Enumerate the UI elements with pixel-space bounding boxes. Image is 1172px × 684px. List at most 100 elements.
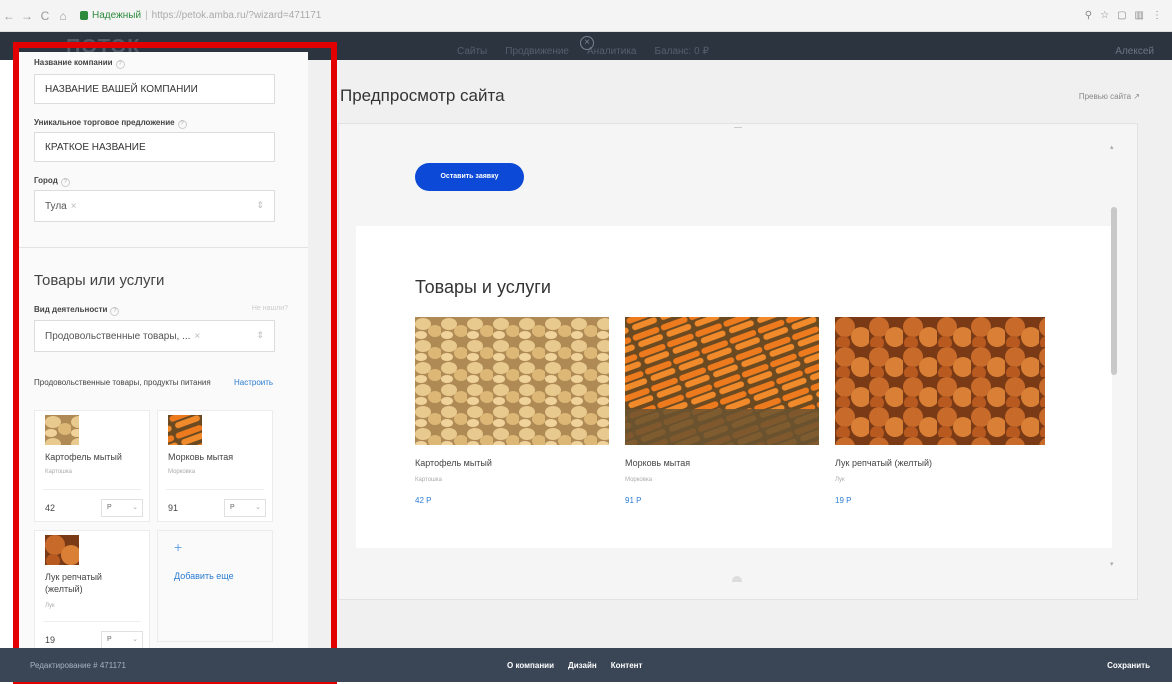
product-name: Лук репчатый (желтый)	[835, 458, 933, 468]
potato-thumbnail	[45, 415, 79, 445]
plus-icon: +	[174, 539, 183, 555]
product-price: 42 Р	[415, 496, 432, 505]
save-button[interactable]: Сохранить	[1107, 661, 1150, 670]
preview-link-label: Превью сайта	[1078, 92, 1132, 101]
configure-link[interactable]: Настроить	[234, 378, 273, 387]
lock-icon	[80, 11, 88, 20]
product-category: Морковка	[168, 469, 196, 475]
price-input[interactable]: 19	[45, 635, 55, 645]
url-text: https://petok.amba.ru/?wizard=471171	[151, 10, 322, 21]
chevron-down-icon: ⌄	[132, 636, 138, 643]
chevron-down-icon: ⌄	[255, 504, 261, 511]
leave-request-button[interactable]: Оставить заявку	[415, 163, 524, 191]
card-divider	[43, 621, 141, 622]
product-price: 91 Р	[625, 496, 642, 505]
card-divider	[166, 489, 264, 490]
bottom-tabs: О компании Дизайн Контент	[507, 661, 642, 670]
card-divider	[43, 489, 141, 490]
help-icon[interactable]: ?	[177, 120, 187, 129]
close-wizard-icon[interactable]: ×	[580, 36, 594, 50]
product-price: 19 Р	[835, 496, 852, 505]
not-found-link[interactable]: Не нашли?	[252, 305, 288, 312]
product-category: Картошка	[45, 469, 72, 475]
nav-item-promotion[interactable]: Продвижение	[505, 46, 569, 57]
zoom-icon[interactable]: ⚲	[1085, 10, 1092, 21]
back-icon[interactable]: ←	[0, 9, 18, 23]
city-label: Город?	[34, 176, 70, 187]
product-card[interactable]: Лук репчатый (желтый) Лук 19 Р ⌄	[34, 530, 150, 648]
help-icon[interactable]: ?	[110, 307, 120, 316]
product-name: Лук репчатый (желтый)	[45, 572, 102, 594]
currency-value: Р	[230, 504, 235, 511]
carrot-image	[625, 317, 819, 445]
star-icon[interactable]: ☆	[1100, 10, 1109, 21]
chevron-updown-icon: ⇕	[256, 200, 264, 210]
product-name: Морковь мытая	[168, 452, 234, 462]
add-product-card[interactable]: + Добавить еще	[157, 530, 273, 642]
scroll-up-icon[interactable]: ▴	[1110, 143, 1114, 151]
tab-content[interactable]: Контент	[611, 661, 643, 670]
city-select[interactable]: Тула × ⇕	[34, 190, 275, 222]
company-name-label: Название компании?	[34, 58, 125, 69]
external-link-icon: ↗	[1133, 92, 1140, 101]
chevron-down-icon: ⌄	[132, 504, 138, 511]
price-input[interactable]: 91	[168, 503, 178, 513]
activity-value: Продовольственные товары, ...	[45, 331, 191, 342]
help-icon[interactable]: ?	[60, 178, 70, 187]
preview-title: Предпросмотр сайта	[340, 86, 505, 105]
nav-item-analytics[interactable]: Аналитика	[587, 46, 637, 57]
products-title: Товары и услуги	[415, 277, 551, 297]
clear-icon[interactable]: ×	[194, 331, 200, 342]
add-more-link[interactable]: Добавить еще	[174, 571, 234, 581]
activity-label: Вид деятельности?	[34, 305, 120, 316]
company-name-input[interactable]: НАЗВАНИЕ ВАШЕЙ КОМПАНИИ	[34, 74, 275, 104]
activity-select[interactable]: Продовольственные товары, ... × ⇕	[34, 320, 275, 352]
onion-image	[835, 317, 1045, 445]
user-name[interactable]: Алексей	[1115, 46, 1154, 57]
carrot-thumbnail	[168, 415, 202, 445]
currency-select[interactable]: Р ⌄	[224, 499, 266, 517]
forward-icon[interactable]: →	[18, 9, 36, 23]
settings-panel: Название компании? НАЗВАНИЕ ВАШЕЙ КОМПАН…	[18, 52, 308, 648]
section-title: Товары или услуги	[34, 272, 165, 289]
chevron-updown-icon: ⇕	[256, 330, 264, 340]
browser-actions: ⚲ ☆ ▢ ▥ ⋮	[1085, 10, 1172, 21]
tab-design[interactable]: Дизайн	[568, 661, 597, 670]
product-category: Лук	[45, 603, 55, 609]
usp-label: Уникальное торговое предложение?	[34, 118, 187, 129]
category-name: Продовольственные товары, продукты питан…	[34, 378, 211, 387]
product-category: Морковка	[625, 477, 653, 483]
clear-icon[interactable]: ×	[71, 201, 77, 212]
tab-about-company[interactable]: О компании	[507, 661, 554, 670]
secure-label: Надежный	[92, 10, 142, 21]
scroll-down-icon[interactable]: ▾	[1110, 560, 1114, 568]
url-separator: |	[145, 10, 148, 21]
preview-site-link[interactable]: Превью сайта ↗	[1079, 92, 1140, 101]
extensions-icon[interactable]: ▥	[1135, 10, 1144, 21]
currency-select[interactable]: Р ⌄	[101, 631, 143, 648]
product-card[interactable]: Морковь мытая Морковка 91 Р ⌄	[157, 410, 273, 522]
price-input[interactable]: 42	[45, 503, 55, 513]
help-icon[interactable]: ?	[115, 60, 125, 69]
cast-icon[interactable]: ▢	[1117, 10, 1126, 21]
product-name: Картофель мытый	[45, 452, 122, 462]
usp-input[interactable]: КРАТКОЕ НАЗВАНИЕ	[34, 132, 275, 162]
home-icon[interactable]: ⌂	[54, 9, 72, 23]
product-name: Морковь мытая	[625, 458, 691, 468]
currency-value: Р	[107, 504, 112, 511]
onion-thumbnail	[45, 535, 79, 565]
currency-select[interactable]: Р ⌄	[101, 499, 143, 517]
city-value: Тула	[45, 201, 67, 212]
reload-icon[interactable]: C	[36, 9, 54, 23]
product-name: Картофель мытый	[415, 458, 492, 468]
nav-item-balance[interactable]: Баланс: 0 ₽	[655, 46, 709, 57]
nav-item-sites[interactable]: Сайты	[457, 46, 487, 57]
potato-image	[415, 317, 609, 445]
address-bar[interactable]: Надежный | https://petok.amba.ru/?wizard…	[80, 10, 321, 21]
product-card[interactable]: Картофель мытый Картошка 42 Р ⌄	[34, 410, 150, 522]
drag-handle-icon[interactable]	[732, 576, 742, 582]
browser-toolbar: ← → C ⌂ Надежный | https://petok.amba.ru…	[0, 0, 1172, 32]
drag-handle-icon[interactable]	[734, 127, 742, 131]
preview-scrollbar[interactable]	[1111, 207, 1117, 375]
menu-icon[interactable]: ⋮	[1152, 10, 1162, 21]
